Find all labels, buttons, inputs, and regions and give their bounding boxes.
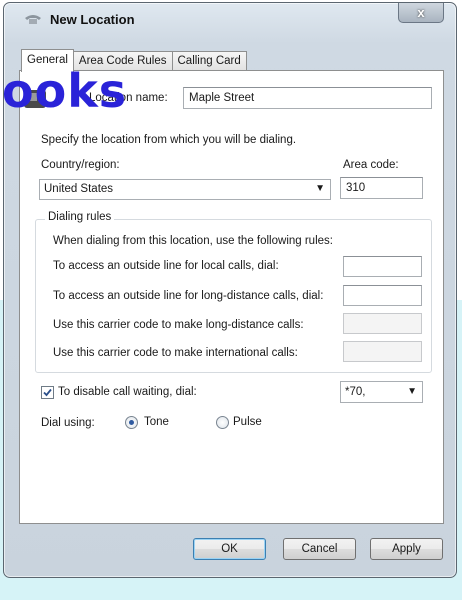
- area-code-field[interactable]: 310: [340, 177, 423, 199]
- close-icon: x: [417, 5, 425, 20]
- call-waiting-value: *70,: [345, 386, 366, 398]
- call-waiting-label: To disable call waiting, dial:: [58, 386, 197, 398]
- carrier-international-field[interactable]: [343, 341, 422, 362]
- area-code-label: Area code:: [343, 159, 399, 171]
- local-calls-field[interactable]: [343, 256, 422, 277]
- close-button[interactable]: x: [398, 3, 444, 23]
- title-bar[interactable]: New Location x: [4, 3, 456, 33]
- window-title: New Location: [50, 12, 135, 27]
- pulse-radio[interactable]: [216, 416, 229, 429]
- carrier-international-label: Use this carrier code to make internatio…: [53, 347, 298, 359]
- country-region-label: Country/region:: [41, 159, 120, 171]
- watermark-text: ooks: [2, 64, 128, 118]
- checkmark-icon: [43, 388, 52, 397]
- tone-radio[interactable]: [125, 416, 138, 429]
- carrier-long-distance-field[interactable]: [343, 313, 422, 334]
- long-distance-label: To access an outside line for long-dista…: [53, 290, 324, 302]
- call-waiting-checkbox[interactable]: [41, 386, 54, 399]
- pulse-label: Pulse: [233, 416, 262, 428]
- long-distance-field[interactable]: [343, 285, 422, 306]
- dialing-rules-intro: When dialing from this location, use the…: [53, 235, 333, 247]
- telephone-icon: [25, 15, 41, 24]
- local-calls-label: To access an outside line for local call…: [53, 260, 279, 272]
- ok-button[interactable]: OK: [193, 538, 266, 560]
- dropdown-arrow-icon: ▼: [407, 386, 417, 397]
- carrier-long-distance-label: Use this carrier code to make long-dista…: [53, 319, 304, 331]
- tab-calling-card[interactable]: Calling Card: [171, 51, 247, 71]
- cancel-button[interactable]: Cancel: [283, 538, 356, 560]
- country-region-value: United States: [44, 183, 114, 195]
- apply-button[interactable]: Apply: [370, 538, 443, 560]
- country-region-select[interactable]: United States ▼: [39, 179, 331, 200]
- dropdown-arrow-icon: ▼: [315, 183, 325, 194]
- tone-label: Tone: [144, 416, 169, 428]
- call-waiting-select[interactable]: *70, ▼: [340, 381, 423, 403]
- dialing-rules-title: Dialing rules: [45, 211, 115, 223]
- instruction-text: Specify the location from which you will…: [41, 134, 297, 146]
- dial-using-label: Dial using:: [41, 417, 95, 429]
- location-name-field[interactable]: Maple Street: [183, 87, 432, 109]
